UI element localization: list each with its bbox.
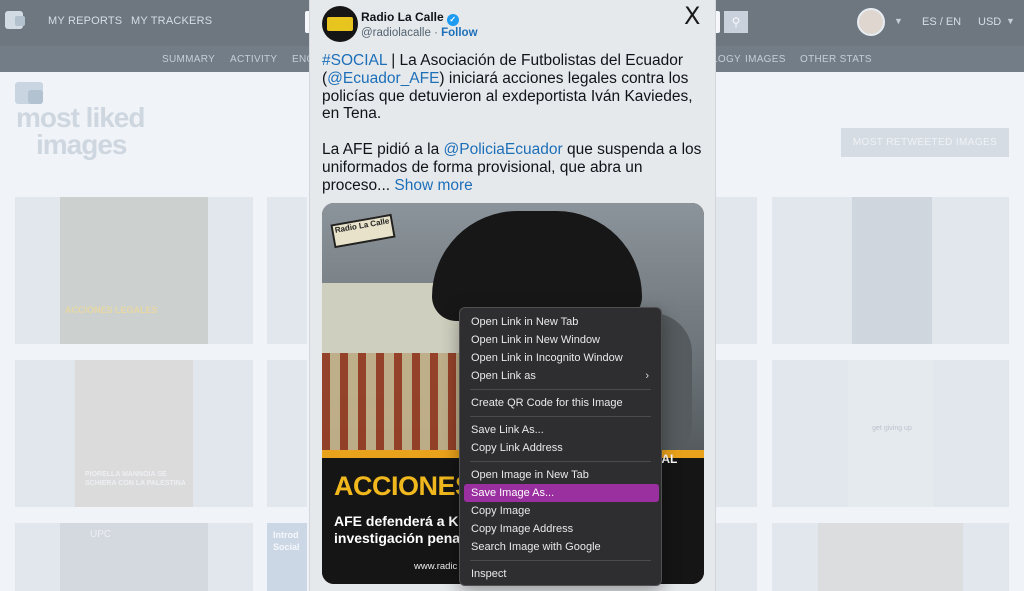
menu-open-link-incognito[interactable]: Open Link in Incognito Window <box>464 349 659 367</box>
menu-save-image-as[interactable]: Save Image As... <box>464 484 659 502</box>
account-handle-line: @radiolacalle · Follow <box>361 27 478 39</box>
account-avatar[interactable] <box>322 6 358 42</box>
mention-link[interactable]: @Ecuador_AFE <box>327 70 439 87</box>
close-icon[interactable]: X <box>684 2 700 30</box>
menu-open-link-new-tab[interactable]: Open Link in New Tab <box>464 313 659 331</box>
tweet-text: #SOCIAL | La Asociación de Futbolistas d… <box>322 52 702 195</box>
menu-open-link-as[interactable]: Open Link as › <box>464 367 659 385</box>
context-menu: Open Link in New Tab Open Link in New Wi… <box>459 307 662 586</box>
show-more-link[interactable]: Show more <box>394 177 472 194</box>
menu-copy-image-address[interactable]: Copy Image Address <box>464 520 659 538</box>
radio-la-calle-logo <box>327 17 353 31</box>
follow-link[interactable]: Follow <box>441 27 477 39</box>
chevron-right-icon: › <box>645 370 649 382</box>
menu-search-image-google[interactable]: Search Image with Google <box>464 538 659 556</box>
menu-create-qr-code[interactable]: Create QR Code for this Image <box>464 394 659 412</box>
menu-save-link-as[interactable]: Save Link As... <box>464 421 659 439</box>
tweet-paragraph-1: #SOCIAL | La Asociación de Futbolistas d… <box>322 52 693 123</box>
menu-separator <box>470 389 651 390</box>
menu-open-link-new-window[interactable]: Open Link in New Window <box>464 331 659 349</box>
menu-open-image-new-tab[interactable]: Open Image in New Tab <box>464 466 659 484</box>
menu-separator <box>470 560 651 561</box>
account-name[interactable]: Radio La Calle ✓ <box>361 10 459 26</box>
menu-separator <box>470 461 651 462</box>
image-url: www.radic <box>414 561 458 572</box>
menu-inspect[interactable]: Inspect <box>464 565 659 583</box>
tweet-paragraph-2: La AFE pidió a la @PoliciaEcuador que su… <box>322 141 702 194</box>
mention-link[interactable]: @PoliciaEcuador <box>444 141 563 158</box>
menu-separator <box>470 416 651 417</box>
handle-separator: · <box>434 27 438 39</box>
menu-copy-image[interactable]: Copy Image <box>464 502 659 520</box>
account-handle[interactable]: @radiolacalle <box>361 27 431 39</box>
menu-copy-link-address[interactable]: Copy Link Address <box>464 439 659 457</box>
verified-badge-icon: ✓ <box>446 14 459 26</box>
hashtag-link[interactable]: #SOCIAL <box>322 52 387 69</box>
